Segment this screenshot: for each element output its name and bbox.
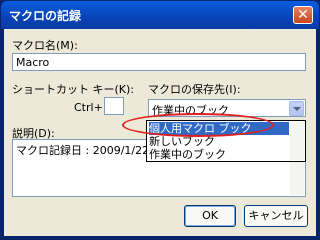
chevron-down-icon[interactable]: [289, 101, 304, 116]
list-item[interactable]: 作業中のブック: [149, 148, 226, 161]
macro-name-input[interactable]: Macro: [12, 53, 306, 71]
ok-button[interactable]: OK: [184, 205, 236, 227]
description-value: マクロ記録日 : 2009/1/22: [16, 144, 150, 157]
shortcut-key-label: ショートカット キー(K):: [12, 83, 134, 96]
store-in-label: マクロの保存先(I):: [148, 83, 241, 96]
dropdown-scrollbar[interactable]: [290, 122, 304, 160]
shortcut-key-input[interactable]: [104, 97, 124, 115]
titlebar[interactable]: マクロの記録 ✕: [1, 1, 319, 29]
annotation-ellipse: [122, 113, 274, 137]
macro-name-value: Macro: [16, 56, 50, 69]
ctrl-label: Ctrl+: [74, 101, 103, 114]
macro-name-label: マクロ名(M):: [12, 39, 78, 52]
macro-record-dialog: マクロの記録 ✕ マクロ名(M): Macro ショートカット キー(K): C…: [0, 0, 320, 240]
dialog-title: マクロの記録: [9, 9, 82, 23]
dialog-body: マクロ名(M): Macro ショートカット キー(K): Ctrl+ マクロの…: [4, 29, 316, 236]
cancel-button[interactable]: キャンセル: [244, 205, 308, 227]
close-button[interactable]: ✕: [293, 6, 313, 24]
